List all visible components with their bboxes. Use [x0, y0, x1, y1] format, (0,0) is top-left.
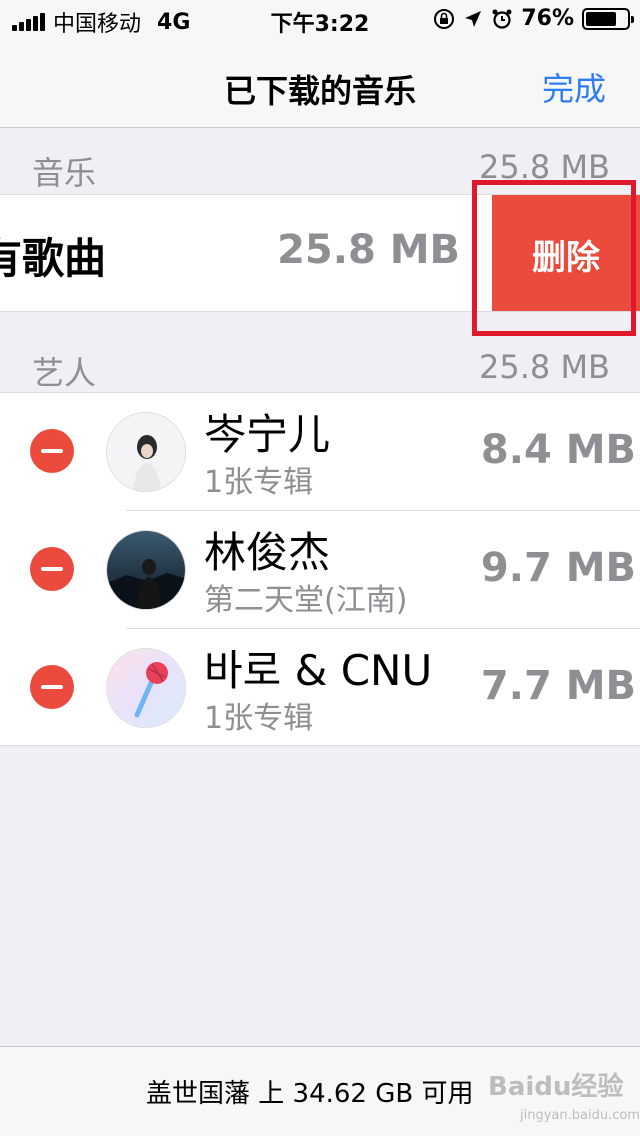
watermark: Baidu经验 [488, 1072, 624, 1102]
alarm-icon [492, 9, 512, 29]
microphone-icon [107, 649, 185, 727]
artists-section-header: 艺人 25.8 MB [0, 330, 640, 394]
artist-name: 바로 & CNU [204, 646, 433, 695]
all-songs-size: 25.8 MB [277, 227, 460, 273]
battery-fill [586, 11, 617, 26]
avatar [106, 530, 186, 610]
storage-available-label: 盖世国藩 上 34.62 GB 可用 [146, 1079, 474, 1109]
avatar [106, 412, 186, 492]
avatar [106, 648, 186, 728]
artist-size: 9.7 MB [480, 545, 636, 591]
artist-row[interactable]: 岑宁儿 1张专辑 8.4 MB [0, 393, 640, 511]
artist-name: 林俊杰 [204, 528, 331, 577]
remove-circle-icon[interactable] [30, 665, 74, 709]
battery-percent: 76% [521, 6, 574, 31]
watermark-url: jingyan.baidu.com [520, 1108, 640, 1123]
location-icon [465, 10, 482, 27]
section-label: 音乐 [32, 154, 97, 192]
artist-list: 岑宁儿 1张专辑 8.4 MB 林俊杰 第二天堂(江南) 9.7 MB 바로 &… [0, 392, 640, 746]
artist-subtitle: 1张专辑 [204, 465, 314, 500]
artist-photo-icon [107, 413, 185, 491]
artist-photo-icon [107, 531, 185, 609]
all-songs-title: 有歌曲 [0, 234, 107, 283]
artist-subtitle: 1张专辑 [204, 701, 314, 736]
done-button[interactable]: 完成 [542, 64, 606, 110]
navigation-bar: 已下载的音乐 完成 [0, 40, 640, 128]
artist-row[interactable]: 바로 & CNU 1张专辑 7.7 MB [0, 629, 640, 747]
artist-name: 岑宁儿 [204, 410, 331, 459]
artist-subtitle: 第二天堂(江南) [204, 583, 408, 618]
artist-size: 8.4 MB [480, 427, 636, 473]
section-size: 25.8 MB [479, 348, 610, 386]
artist-row[interactable]: 林俊杰 第二天堂(江南) 9.7 MB [0, 511, 640, 629]
artist-size: 7.7 MB [480, 663, 636, 709]
remove-circle-icon[interactable] [30, 547, 74, 591]
remove-circle-icon[interactable] [30, 429, 74, 473]
status-right: 76% [433, 6, 634, 31]
battery-icon [582, 7, 634, 30]
orientation-lock-icon [434, 8, 455, 29]
section-label: 艺人 [32, 354, 97, 392]
status-bar: 中国移动 4G 下午3:22 76% [0, 0, 640, 40]
highlight-annotation [472, 180, 636, 336]
